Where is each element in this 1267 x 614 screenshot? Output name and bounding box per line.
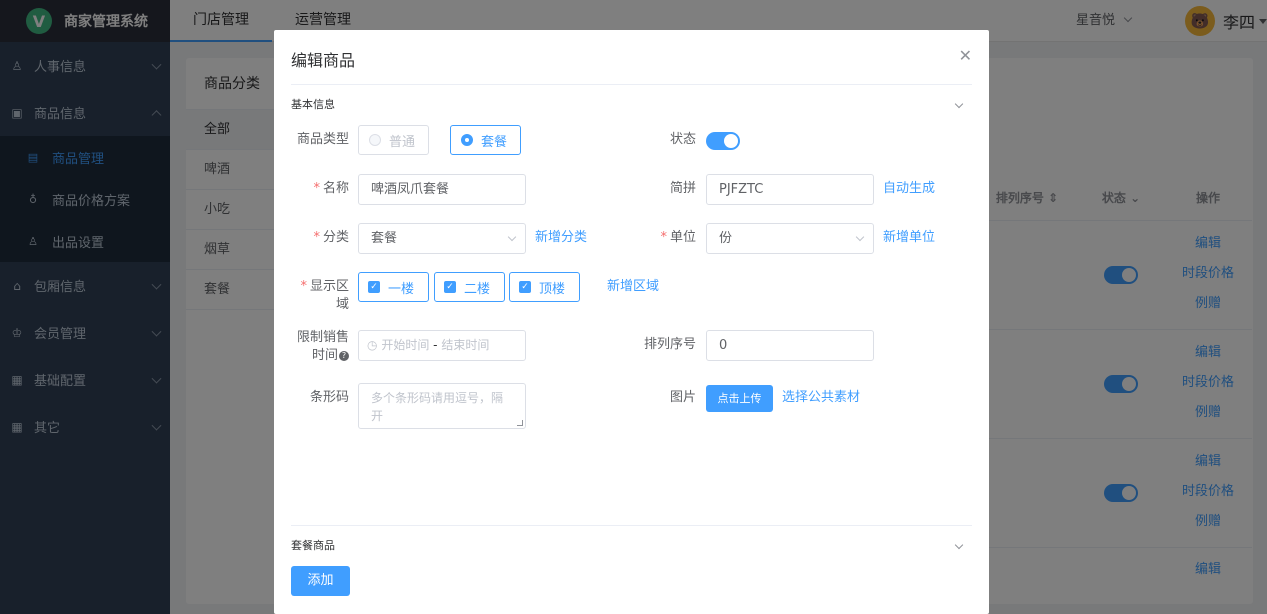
question-icon[interactable]: ? [339, 350, 349, 361]
section-basic-info[interactable]: 基本信息 [291, 94, 972, 114]
start-time-placeholder: 开始时间 [381, 338, 430, 352]
chevron-down-icon [954, 540, 964, 550]
radio-icon [369, 134, 381, 146]
area-checkbox-floor1[interactable]: ✓ 一楼 [358, 272, 429, 302]
resize-handle[interactable] [517, 420, 523, 426]
check-icon: ✓ [444, 281, 456, 293]
area-checkbox-floor2[interactable]: ✓ 二楼 [434, 272, 505, 302]
section-title: 基本信息 [291, 98, 335, 111]
barcode-placeholder: 多个条形码请用逗号，隔开 [371, 391, 504, 423]
barcode-label: 条形码 [309, 390, 349, 405]
category-value: 套餐 [371, 231, 398, 246]
chevron-down-icon [507, 232, 517, 242]
section-combo-goods[interactable]: 套餐商品 [291, 535, 972, 555]
type-label: 商品类型 [296, 132, 349, 147]
time-limit-label: 限制销售 时间? [296, 330, 349, 363]
chevron-down-icon [855, 232, 865, 242]
category-select[interactable]: 套餐 [358, 223, 526, 254]
checkbox-label: 二楼 [464, 281, 491, 297]
area-checkbox-top[interactable]: ✓ 顶楼 [509, 272, 580, 302]
end-time-placeholder: 结束时间 [441, 338, 490, 352]
section-title: 套餐商品 [291, 539, 335, 552]
check-icon: ✓ [368, 281, 380, 293]
status-switch[interactable] [706, 132, 740, 154]
category-label: * 分类 [313, 230, 349, 245]
checkbox-label: 顶楼 [539, 281, 566, 297]
dialog-title: 编辑商品 [291, 51, 356, 70]
area-label: * 显示区域 [300, 279, 349, 312]
radio-checked-icon [461, 134, 473, 146]
add-category-link[interactable]: 新增分类 [535, 229, 587, 247]
pinyin-input[interactable]: PJFZTC [706, 174, 874, 205]
divider [291, 84, 972, 85]
clock-icon: ◷ [367, 338, 378, 352]
edit-goods-dialog: 编辑商品 ✕ 基本信息 商品类型 普通 套餐 状态 * 名称 啤酒凤爪套餐 简拼 … [274, 30, 989, 614]
add-unit-link[interactable]: 新增单位 [883, 229, 935, 247]
radio-label: 普通 [389, 134, 416, 150]
add-button[interactable]: 添加 [291, 566, 350, 596]
add-area-link[interactable]: 新增区域 [607, 278, 659, 296]
pinyin-label: 简拼 [669, 181, 696, 196]
image-label: 图片 [669, 390, 696, 405]
unit-value: 份 [719, 231, 733, 246]
sort-label: 排列序号 [643, 337, 696, 352]
unit-select[interactable]: 份 [706, 223, 874, 254]
radio-label: 套餐 [481, 134, 508, 150]
name-label: * 名称 [313, 181, 349, 196]
checkbox-label: 一楼 [388, 281, 415, 297]
barcode-textarea[interactable]: 多个条形码请用逗号，隔开 [358, 383, 526, 429]
name-input[interactable]: 啤酒凤爪套餐 [358, 174, 526, 205]
auto-generate-link[interactable]: 自动生成 [883, 180, 935, 198]
choose-public-material-link[interactable]: 选择公共素材 [782, 389, 860, 407]
type-radio-normal[interactable]: 普通 [358, 125, 429, 155]
status-label: 状态 [669, 132, 696, 147]
divider [291, 525, 972, 526]
sort-input[interactable]: 0 [706, 330, 874, 361]
type-radio-combo[interactable]: 套餐 [450, 125, 521, 155]
upload-button[interactable]: 点击上传 [706, 385, 773, 412]
chevron-down-icon [954, 99, 964, 109]
check-icon: ✓ [519, 281, 531, 293]
close-icon[interactable]: ✕ [959, 46, 972, 65]
unit-label: * 单位 [660, 230, 696, 245]
range-separator: - [433, 338, 438, 352]
time-range-picker[interactable]: ◷ 开始时间 - 结束时间 [358, 330, 526, 361]
